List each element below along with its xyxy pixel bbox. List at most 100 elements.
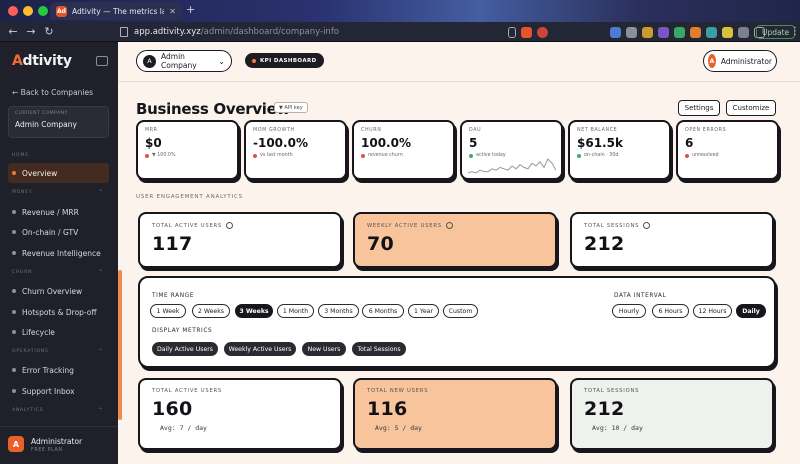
browser-tab[interactable]: Ad Adtivity — The metrics layer f ✕: [50, 2, 182, 20]
api-key-toggle[interactable]: ▼ API key: [274, 102, 308, 113]
page-icon: [120, 27, 128, 37]
sidebar-user[interactable]: A Administrator FREE PLAN: [0, 426, 118, 464]
info-icon: [226, 222, 234, 229]
avatar: A: [8, 436, 24, 452]
main-content: A Admin Company ⌄ KPI DASHBOARD A Admini…: [118, 42, 800, 464]
extension-orange-icon[interactable]: [690, 26, 701, 38]
kpi-dashboard-button[interactable]: KPI DASHBOARD: [245, 53, 324, 68]
menu-icon[interactable]: ⋮: [790, 26, 800, 37]
extension-yellow-icon[interactable]: [722, 26, 733, 38]
customize-button[interactable]: Customize: [726, 100, 776, 116]
sidebar-item-overview[interactable]: Overview: [8, 163, 109, 183]
time-range-1-year[interactable]: 1 Year: [408, 304, 439, 318]
bullet-icon: [12, 310, 16, 314]
interval-daily[interactable]: Daily: [736, 304, 766, 318]
section-operations[interactable]: OPERATIONS ⌃: [12, 348, 103, 355]
current-company-box[interactable]: CURRENT COMPANY Admin Company: [8, 106, 109, 138]
favicon: Ad: [56, 5, 67, 17]
app-logo[interactable]: Adtivity: [12, 53, 72, 69]
sidebar-item-hotspots[interactable]: Hotspots & Drop-off: [8, 302, 109, 322]
url-text: app.adtivity.xyz/admin/dashboard/company…: [134, 27, 340, 37]
back-icon[interactable]: ←: [4, 25, 22, 38]
minimize-window-button[interactable]: [23, 6, 33, 16]
close-tab-icon[interactable]: ✕: [169, 7, 176, 16]
sidebar-item-revenue[interactable]: Revenue / MRR: [8, 202, 109, 222]
back-to-companies-link[interactable]: ← Back to Companies: [12, 88, 93, 97]
time-range-1-week[interactable]: 1 Week: [150, 304, 186, 318]
time-range-3-months[interactable]: 3 Months: [318, 304, 359, 318]
chevron-up-icon: ⌃: [98, 348, 104, 355]
forward-icon[interactable]: →: [22, 25, 40, 38]
sidebar-item-lifecycle[interactable]: Lifecycle: [8, 322, 109, 342]
reload-icon[interactable]: ↻: [40, 25, 58, 38]
admin-label: Administrator: [720, 56, 772, 66]
extension-red-icon[interactable]: [537, 26, 548, 38]
bullet-icon: [12, 171, 16, 175]
new-tab-icon[interactable]: +: [186, 4, 195, 16]
company-avatar: A: [143, 54, 156, 68]
metric-toggle-total-sessions[interactable]: Total Sessions: [352, 342, 406, 356]
maximize-window-button[interactable]: [38, 6, 48, 16]
sidebar-item-support-inbox[interactable]: Support Inbox: [8, 381, 109, 401]
summary-total-new-users-card: TOTAL NEW USERS 116 Avg: 5 / day: [353, 378, 557, 450]
time-range-2-weeks[interactable]: 2 Weeks: [192, 304, 230, 318]
extension-green-icon[interactable]: [674, 26, 685, 38]
extension-blue-icon[interactable]: [610, 26, 621, 38]
sidebar-item-onchain[interactable]: On-chain / GTV: [8, 222, 109, 242]
collapse-sidebar-icon[interactable]: [96, 56, 108, 66]
user-name: Administrator: [31, 437, 83, 446]
sidebar-item-revenue-intelligence[interactable]: Revenue Intelligence: [8, 243, 109, 263]
close-window-button[interactable]: [8, 6, 18, 16]
window-controls: [8, 6, 48, 16]
metric-card-dau: DAU 5 active today: [460, 120, 563, 180]
settings-button[interactable]: Settings: [678, 100, 720, 116]
interval-12-hours[interactable]: 12 Hours: [693, 304, 732, 318]
divider: [118, 81, 800, 82]
extension-gold-icon[interactable]: [642, 26, 653, 38]
dot-icon: [252, 58, 256, 63]
company-selector[interactable]: A Admin Company ⌄: [136, 50, 232, 72]
metric-toggle-daily-active-users[interactable]: Daily Active Users: [152, 342, 218, 356]
company-name: Admin Company: [161, 52, 197, 70]
interval-6-hours[interactable]: 6 Hours: [652, 304, 689, 318]
bullet-icon: [12, 251, 16, 255]
extension-grey-icon[interactable]: [626, 26, 637, 38]
sidebar: Adtivity ← Back to Companies CURRENT COM…: [0, 42, 118, 464]
metric-card-mrr: MRR $0 ▼ 100.0%: [136, 120, 239, 180]
bullet-icon: [12, 289, 16, 293]
brave-shield-icon[interactable]: [521, 26, 532, 38]
time-range-6-months[interactable]: 6 Months: [362, 304, 404, 318]
bullet-icon: [12, 230, 16, 234]
data-interval-label: DATA INTERVAL: [614, 293, 667, 299]
admin-menu-button[interactable]: A Administrator: [703, 50, 777, 72]
section-home: HOME: [12, 153, 29, 158]
current-company-value: Admin Company: [15, 120, 77, 129]
interval-hourly[interactable]: Hourly: [612, 304, 646, 318]
metric-card-open-errors: OPEN ERRORS 6 unresolved: [676, 120, 779, 180]
bullet-icon: [12, 330, 16, 334]
sidebar-item-churn-overview[interactable]: Churn Overview: [8, 281, 109, 301]
weekly-active-users-card: WEEKLY ACTIVE USERS 70: [353, 212, 557, 268]
metric-card-net-balance: NET BALANCE $61.5k on-chain · 30d: [568, 120, 671, 180]
bookmark-icon[interactable]: [508, 26, 516, 38]
filter-panel: TIME RANGE 1 Week 2 Weeks 3 Weeks 1 Mont…: [138, 276, 776, 368]
address-bar[interactable]: app.adtivity.xyz/admin/dashboard/company…: [120, 25, 339, 39]
extension-teal-icon[interactable]: [706, 26, 717, 38]
section-analytics[interactable]: ANALYTICS ⌃: [12, 407, 103, 414]
puzzle-icon[interactable]: [738, 26, 749, 38]
section-churn[interactable]: CHURN ⌃: [12, 269, 103, 276]
total-active-users-card: TOTAL ACTIVE USERS 117: [138, 212, 342, 268]
time-range-custom[interactable]: Custom: [443, 304, 478, 318]
chevron-up-icon: ⌃: [98, 189, 104, 196]
time-range-3-weeks[interactable]: 3 Weeks: [235, 304, 273, 318]
tab-title: Adtivity — The metrics layer f: [72, 6, 165, 16]
scrollbar[interactable]: [118, 270, 122, 420]
time-range-1-month[interactable]: 1 Month: [277, 304, 314, 318]
section-money[interactable]: MONEY ⌃: [12, 189, 103, 196]
metric-toggle-new-users[interactable]: New Users: [302, 342, 346, 356]
sidebar-item-error-tracking[interactable]: Error Tracking: [8, 360, 109, 380]
bullet-icon: [12, 368, 16, 372]
browser-tab-bar: Ad Adtivity — The metrics layer f ✕ +: [0, 0, 800, 22]
metric-toggle-weekly-active-users[interactable]: Weekly Active Users: [224, 342, 296, 356]
extension-purple-icon[interactable]: [658, 26, 669, 38]
